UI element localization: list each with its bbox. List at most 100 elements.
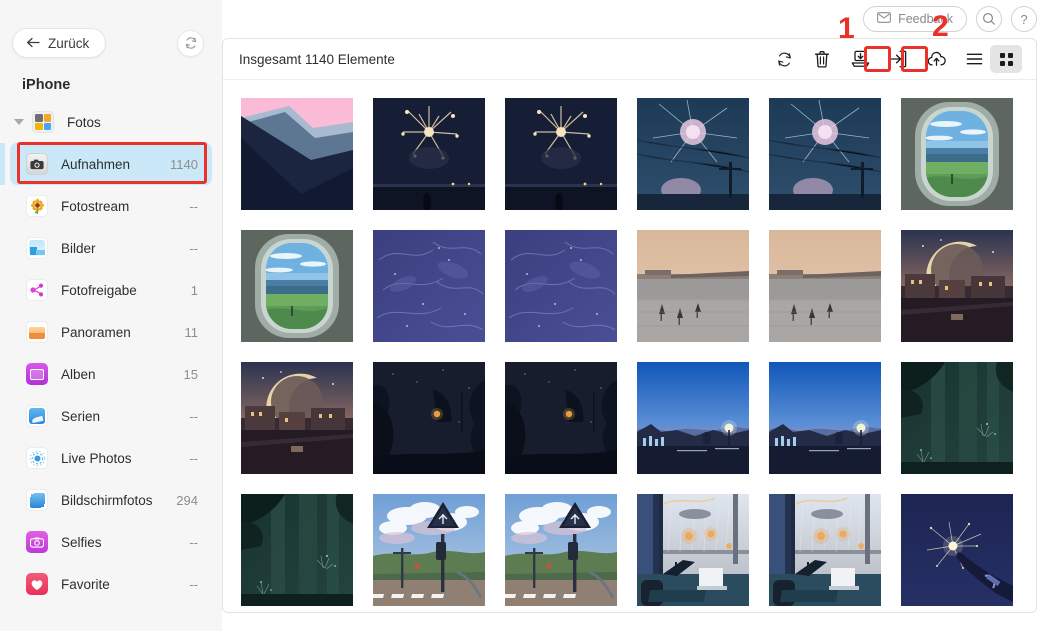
export-button[interactable] [882,45,914,73]
selection-indicator [0,143,5,185]
teal-forest-night [241,494,353,606]
photo-thumbnail[interactable] [901,230,1013,342]
photo-thumbnail[interactable] [637,230,749,342]
delete-button[interactable] [806,45,838,73]
refresh-icon [185,37,196,49]
photo-thumbnail[interactable] [241,362,353,474]
photo-thumbnail[interactable] [901,362,1013,474]
sunflower-icon [26,195,48,217]
sidebar-item-fotostream[interactable]: Fotostream -- [10,185,212,227]
photo-thumbnail[interactable] [901,98,1013,210]
sidebar-toolbar: Zurück [0,28,222,58]
blue-hour-city [769,362,881,474]
photo-thumbnail[interactable] [241,230,353,342]
beach-birds-dusk [637,230,749,342]
sparkler-burst-wires [769,98,881,210]
sidebar-item-bildschirmfotos[interactable]: Bildschirmfotos 294 [10,479,212,521]
sidebar-item-label: Favorite [61,576,110,592]
sidebar-group-label: Fotos [67,114,101,130]
grid-view-button[interactable] [990,45,1022,73]
sidebar-refresh-button[interactable] [177,29,204,57]
share-icon [26,279,48,301]
sidebar-item-count: -- [189,450,198,466]
sidebar-item-label: Bildschirmfotos [61,492,153,508]
photo-thumbnail[interactable] [505,494,617,606]
import-button[interactable] [844,45,876,73]
sidebar-item-bilder[interactable]: Bilder -- [10,227,212,269]
app-window: Feedback ? Zurück iPhone Fotos Aufnahmen… [0,0,1055,631]
sidebar-item-serien[interactable]: Serien -- [10,395,212,437]
feedback-button[interactable]: Feedback [863,6,967,32]
photo-thumbnail[interactable] [505,98,617,210]
sidebar-item-label: Panoramen [61,324,131,340]
sidebar-item-live-photos[interactable]: Live Photos -- [10,437,212,479]
photo-thumbnail[interactable] [373,494,485,606]
help-button[interactable]: ? [1011,6,1037,32]
photo-thumbnail[interactable] [373,98,485,210]
export-icon [890,50,907,68]
sidebar-item-label: Alben [61,366,96,382]
list-view-icon [966,53,982,65]
photo-thumbnail[interactable] [637,362,749,474]
refresh-icon [777,52,791,66]
dark-forest-lantern [373,362,485,474]
sidebar-item-label: Live Photos [61,450,132,466]
sidebar-item-label: Fotofreigabe [61,282,137,298]
sidebar-group-fotos[interactable]: Fotos [14,111,101,133]
help-icon: ? [1020,11,1028,27]
railway-crossing-sign [505,494,617,606]
photo-thumbnail[interactable] [637,98,749,210]
sidebar-item-aufnahmen[interactable]: Aufnahmen 1140 [10,143,212,185]
cloud-upload-icon [927,51,946,66]
refresh-button[interactable] [768,45,800,73]
sidebar-item-count: 15 [183,366,198,382]
cloud-upload-button[interactable] [920,45,952,73]
photo-thumbnail[interactable] [901,494,1013,606]
back-label: Zurück [48,35,90,51]
camera-icon [26,153,48,175]
sidebar-item-count: 1140 [170,156,198,172]
sidebar-item-selfies[interactable]: Selfies -- [10,521,212,563]
sidebar-item-count: -- [189,408,198,424]
sidebar-item-panoramen[interactable]: Panoramen 11 [10,311,212,353]
sidebar-item-label: Bilder [61,240,96,256]
page-title: Insgesamt 1140 Elemente [239,51,395,67]
sidebar-item-fotofreigabe[interactable]: Fotofreigabe 1 [10,269,212,311]
chevron-down-icon[interactable] [14,119,24,125]
annotation-number-1: 1 [838,12,855,45]
device-name: iPhone [22,77,71,93]
back-button[interactable]: Zurück [12,28,107,58]
fireworks-over-water [373,98,485,210]
sidebar-item-label: Selfies [61,534,102,550]
photo-thumbnail[interactable] [505,362,617,474]
list-view-button[interactable] [958,45,990,73]
sidebar-item-favorite[interactable]: Favorite -- [10,563,212,605]
photo-thumbnail[interactable] [769,494,881,606]
sidebar-item-alben[interactable]: Alben 15 [10,353,212,395]
panorama-icon [26,321,48,343]
toolbar-actions [768,45,1022,73]
photo-thumbnail[interactable] [373,362,485,474]
sidebar-nav-list: Aufnahmen 1140 Fotostream -- Bilder -- F… [0,143,222,605]
photo-grid-scroll[interactable] [223,80,1036,613]
photo-thumbnail[interactable] [769,230,881,342]
photo-thumbnail[interactable] [505,230,617,342]
sidebar-item-count: -- [189,576,198,592]
teal-forest-night [901,362,1013,474]
blue-water-texture [373,230,485,342]
photo-thumbnail[interactable] [769,98,881,210]
photo-thumbnail[interactable] [637,494,749,606]
main-toolbar: Insgesamt 1140 Elemente [223,39,1036,80]
selfies-icon [26,531,48,553]
sidebar-item-count: 294 [176,492,198,508]
photo-thumbnail[interactable] [373,230,485,342]
blue-hour-city [637,362,749,474]
grid-view-icon [999,52,1013,66]
delete-icon [814,51,830,68]
photo-thumbnail[interactable] [241,494,353,606]
search-button[interactable] [976,6,1002,32]
albums-icon [26,363,48,385]
photo-thumbnail[interactable] [769,362,881,474]
photo-thumbnail[interactable] [241,98,353,210]
search-icon [982,12,996,26]
